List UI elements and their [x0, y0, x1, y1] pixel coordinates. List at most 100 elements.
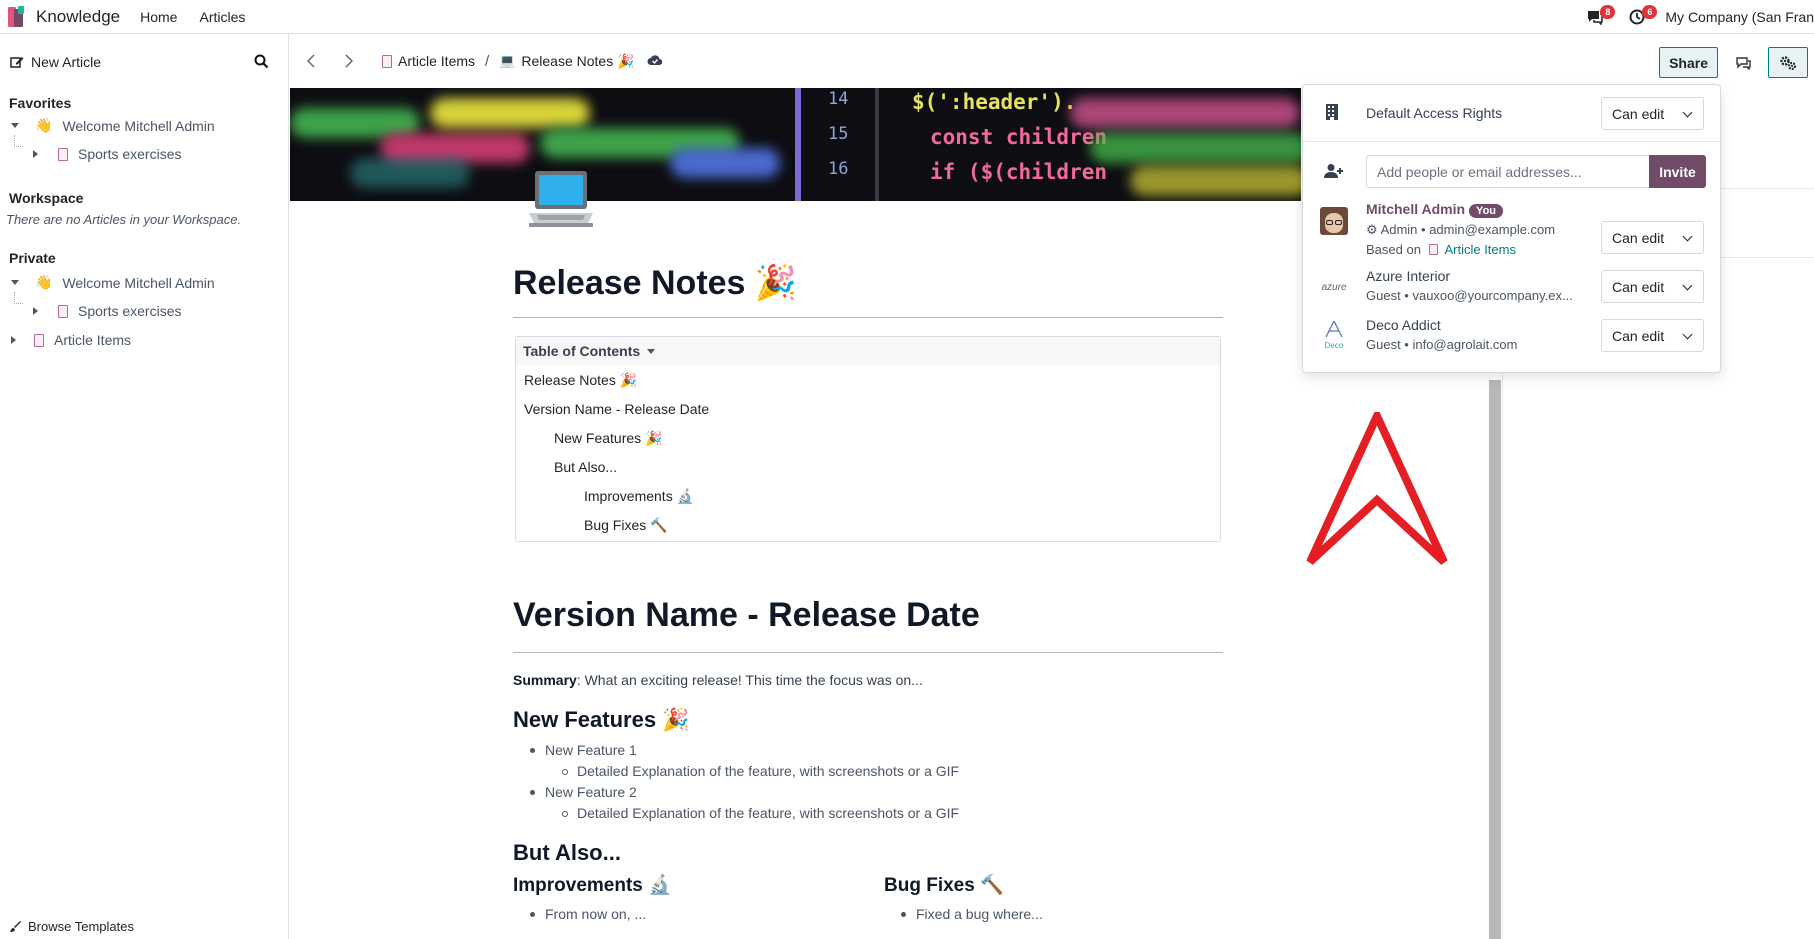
list-item: Detailed Explanation of the feature, wit…	[561, 763, 960, 779]
based-on-article-link[interactable]: Article Items	[1444, 242, 1516, 257]
add-user-icon	[1324, 164, 1343, 178]
member-email: admin@example.com	[1429, 222, 1556, 237]
heading-bug-fixes: Bug Fixes 🔨	[884, 875, 1004, 896]
member-name: Mitchell Admin	[1366, 201, 1466, 217]
list-item: New Feature 2	[530, 784, 637, 800]
activities-button[interactable]: 6	[1623, 3, 1658, 31]
member-role: Guest	[1366, 288, 1401, 303]
app-name[interactable]: Knowledge	[36, 7, 120, 27]
section-divider	[513, 652, 1223, 653]
caret-right-icon[interactable]	[33, 150, 38, 158]
cover-line-number: 16	[828, 159, 849, 179]
article-icon[interactable]	[525, 167, 597, 239]
list-item: Detailed Explanation of the feature, wit…	[561, 805, 960, 821]
new-article-button[interactable]: New Article	[10, 54, 101, 70]
member-details: Guest • vauxoo@yourcompany.ex...	[1366, 288, 1573, 303]
invite-button[interactable]: Invite	[1649, 155, 1706, 188]
workspace-empty-message: There are no Articles in your Workspace.	[6, 212, 242, 227]
menu-articles[interactable]: Articles	[199, 9, 245, 25]
breadcrumb-parent[interactable]: Article Items	[382, 53, 475, 69]
menu-home[interactable]: Home	[140, 9, 177, 25]
default-access-value: Can edit	[1612, 105, 1665, 122]
gears-icon	[1780, 55, 1797, 70]
messages-button[interactable]: 8	[1581, 3, 1616, 31]
share-popover: Default Access Rights Can edit Add peopl…	[1302, 84, 1722, 373]
toc-item[interactable]: Version Name - Release Date	[524, 401, 709, 417]
chevron-down-icon	[1682, 329, 1693, 340]
document-icon	[1428, 244, 1438, 255]
list-item: Fixed a bug where...	[901, 906, 1043, 922]
member-permission-value: Can edit	[1612, 229, 1665, 246]
member-row: azure Azure Interior Guest • vauxoo@your…	[1303, 268, 1722, 314]
building-icon	[1326, 104, 1338, 120]
toc-item[interactable]: Improvements 🔬	[584, 488, 694, 505]
default-access-label: Default Access Rights	[1366, 105, 1503, 121]
member-details: ⚙ Admin • admin@example.com	[1366, 222, 1556, 237]
member-permission-select[interactable]: Can edit	[1601, 221, 1704, 254]
sidebar-item-sports-favorite[interactable]: Sports exercises	[33, 146, 181, 162]
sidebar-item-label: Welcome Mitchell Admin	[62, 274, 215, 291]
tree-connector	[14, 135, 23, 147]
wave-emoji-icon: 👋	[35, 274, 53, 290]
browse-templates-button[interactable]: Browse Templates	[10, 919, 134, 934]
caret-down-icon[interactable]	[11, 280, 19, 285]
caret-down-icon[interactable]	[11, 123, 19, 128]
breadcrumb-separator: /	[485, 52, 490, 70]
cover-code-line: $(':header').	[912, 90, 1077, 114]
sidebar-item-sports-private[interactable]: Sports exercises	[33, 303, 181, 319]
toc-header[interactable]: Table of Contents	[516, 337, 1220, 365]
sidebar-item-article-items[interactable]: Article Items	[11, 332, 131, 348]
chevron-down-icon	[1682, 280, 1693, 291]
heading-improvements: Improvements 🔬	[513, 875, 672, 896]
toc-item[interactable]: New Features 🎉	[554, 430, 662, 447]
share-button[interactable]: Share	[1659, 47, 1718, 78]
scrollbar[interactable]	[1489, 380, 1501, 939]
chevron-right-icon	[345, 54, 353, 68]
toc-item[interactable]: Bug Fixes 🔨	[584, 517, 668, 534]
summary-label: Summary	[513, 672, 577, 688]
member-email: vauxoo@yourcompany.ex...	[1412, 288, 1573, 303]
sidebar-item-label: Sports exercises	[78, 303, 182, 319]
sidebar: New Article Favorites 👋 Welcome Mitchell…	[0, 34, 289, 939]
member-permission-select[interactable]: Can edit	[1601, 270, 1704, 303]
breadcrumb-current: 💻 Release Notes 🎉	[499, 53, 634, 70]
document-icon	[382, 54, 392, 68]
gear-icon: ⚙	[1366, 222, 1378, 237]
search-button[interactable]	[254, 54, 269, 72]
properties-button[interactable]	[1768, 47, 1808, 78]
sidebar-item-label: Welcome Mitchell Admin	[62, 117, 215, 134]
toc-title: Table of Contents	[523, 343, 641, 359]
back-button[interactable]	[296, 46, 326, 76]
invite-email-input[interactable]: Add people or email addresses...	[1366, 155, 1649, 188]
comments-button[interactable]	[1728, 47, 1758, 78]
sidebar-item-welcome-favorite[interactable]: 👋 Welcome Mitchell Admin	[11, 117, 215, 134]
default-access-select[interactable]: Can edit	[1601, 97, 1704, 130]
azure-logo: azure	[1321, 282, 1347, 293]
caret-right-icon[interactable]	[33, 307, 38, 315]
cover-line-number: 15	[828, 124, 849, 144]
toc-item[interactable]: But Also...	[554, 459, 617, 475]
laptop-icon: 💻	[499, 53, 516, 68]
favorites-title: Favorites	[9, 95, 72, 111]
sidebar-item-label: Sports exercises	[78, 146, 182, 162]
document-icon	[34, 333, 44, 347]
member-name: Deco Addict	[1366, 317, 1441, 333]
sidebar-item-welcome-private[interactable]: 👋 Welcome Mitchell Admin	[11, 274, 215, 291]
you-badge: You	[1469, 204, 1504, 218]
messages-badge: 8	[1600, 5, 1616, 19]
breadcrumb-current-label: Release Notes 🎉	[521, 52, 635, 69]
brush-icon	[10, 920, 21, 932]
table-of-contents: Table of Contents Release Notes 🎉 Versio…	[515, 336, 1221, 542]
article-title[interactable]: Release Notes 🎉	[513, 263, 797, 303]
knowledge-app-icon[interactable]	[6, 5, 28, 28]
heading-but-also: But Also...	[513, 840, 621, 865]
company-switcher[interactable]: My Company (San Fran	[1665, 9, 1814, 25]
heading-new-features: New Features 🎉	[513, 707, 690, 732]
toc-item[interactable]: Release Notes 🎉	[524, 372, 637, 389]
cover-code-line: if ($(children	[930, 160, 1108, 184]
caret-down-icon[interactable]	[647, 348, 656, 354]
forward-button[interactable]	[334, 46, 364, 76]
edit-icon	[10, 57, 24, 68]
caret-right-icon[interactable]	[11, 336, 16, 344]
member-permission-select[interactable]: Can edit	[1601, 319, 1704, 352]
